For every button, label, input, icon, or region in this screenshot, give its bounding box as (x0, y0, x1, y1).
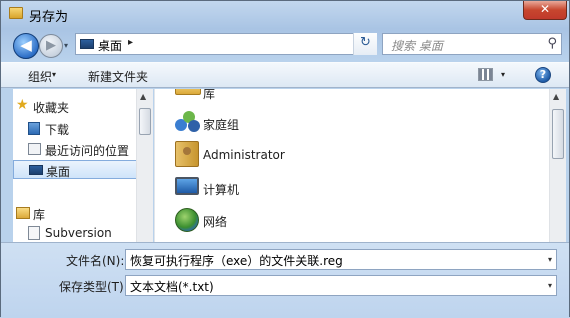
close-button[interactable]: ✕ (523, 1, 567, 20)
scroll-up-arrow[interactable]: ▲ (553, 92, 559, 101)
save-as-dialog: 另存为 ✕ ◀ ▶ ▾ 桌面 ▸ ▾ ↻ 搜索 桌面 ⚲ 组织 ▾ 新建文件夹 … (0, 0, 570, 318)
new-folder-button[interactable]: 新建文件夹 (88, 68, 148, 85)
computer-icon (175, 177, 199, 195)
sidebar-item-subversion[interactable]: Subversion (13, 224, 137, 242)
organize-button[interactable]: 组织 (28, 68, 52, 85)
scroll-up-arrow[interactable]: ▲ (140, 92, 146, 101)
navigation-pane: ★ 收藏夹 下载 最近访问的位置 桌面 库 Subversion (13, 89, 153, 242)
user-folder-icon (175, 141, 199, 167)
list-item[interactable]: 家庭组 (155, 109, 455, 139)
filename-field[interactable]: 恢复可执行程序（exe）的文件关联.reg ▾ (125, 249, 557, 270)
list-item[interactable]: 计算机 (155, 174, 455, 204)
library-icon (16, 207, 30, 219)
folder-icon (9, 7, 23, 19)
filetype-label: 保存类型(T): (59, 280, 128, 294)
refresh-button[interactable]: ↻ (353, 33, 377, 55)
recent-places-icon (28, 143, 41, 155)
sidebar-item-downloads[interactable]: 下载 (13, 119, 137, 138)
sidebar-item-recent[interactable]: 最近访问的位置 (13, 140, 137, 159)
views-dropdown[interactable]: ▾ (501, 70, 505, 79)
file-list: 库 家庭组 Administrator 计算机 网络 (154, 89, 549, 242)
chevron-down-icon[interactable]: ▾ (548, 255, 552, 264)
help-icon[interactable]: ? (535, 67, 551, 83)
download-folder-icon (28, 122, 40, 135)
address-location[interactable]: 桌面 (98, 37, 122, 54)
sidebar-libraries-header[interactable]: 库 (13, 204, 137, 223)
back-button[interactable]: ◀ (13, 33, 39, 59)
list-item[interactable]: Administrator (155, 141, 455, 171)
title-bar: 另存为 ✕ (1, 1, 569, 27)
homegroup-icon (175, 111, 201, 133)
sidebar-item-desktop[interactable]: 桌面 (13, 160, 137, 179)
forward-button[interactable]: ▶ (39, 34, 63, 58)
scrollbar-thumb[interactable] (139, 108, 151, 135)
network-icon (175, 208, 199, 232)
filetype-value[interactable]: 文本文档(*.txt) (130, 278, 214, 295)
filetype-select[interactable]: 文本文档(*.txt) ▾ (125, 275, 557, 296)
search-box[interactable]: 搜索 桌面 ⚲ (382, 33, 562, 55)
chevron-right-icon[interactable]: ▸ (128, 37, 133, 48)
scrollbar-thumb[interactable] (552, 109, 564, 159)
file-list-scrollbar[interactable]: ▲ (549, 89, 566, 242)
star-icon: ★ (16, 97, 29, 113)
search-icon[interactable]: ⚲ (547, 36, 557, 51)
list-item[interactable]: 网络 (155, 206, 455, 236)
chevron-down-icon[interactable]: ▾ (52, 70, 56, 79)
filename-value[interactable]: 恢复可执行程序（exe）的文件关联.reg (130, 252, 343, 269)
chevron-down-icon[interactable]: ▾ (548, 281, 552, 290)
document-icon (28, 226, 40, 240)
command-bar: 组织 ▾ 新建文件夹 ▾ ? (1, 62, 569, 88)
filename-label: 文件名(N): (66, 254, 125, 268)
views-icon[interactable] (478, 68, 493, 81)
search-input[interactable]: 搜索 桌面 (391, 37, 443, 54)
window-title: 另存为 (29, 10, 69, 25)
library-folder-icon (175, 89, 201, 95)
desktop-icon (29, 165, 43, 175)
recent-pages-dropdown[interactable]: ▾ (64, 42, 72, 50)
desktop-icon (80, 39, 94, 49)
address-bar[interactable]: 桌面 ▸ ▾ (75, 33, 377, 55)
save-options: 文件名(N): 恢复可执行程序（exe）的文件关联.reg ▾ 保存类型(T):… (1, 242, 569, 318)
sidebar-scrollbar[interactable]: ▲ (136, 89, 153, 242)
sidebar-favorites-header[interactable]: ★ 收藏夹 (13, 97, 137, 116)
